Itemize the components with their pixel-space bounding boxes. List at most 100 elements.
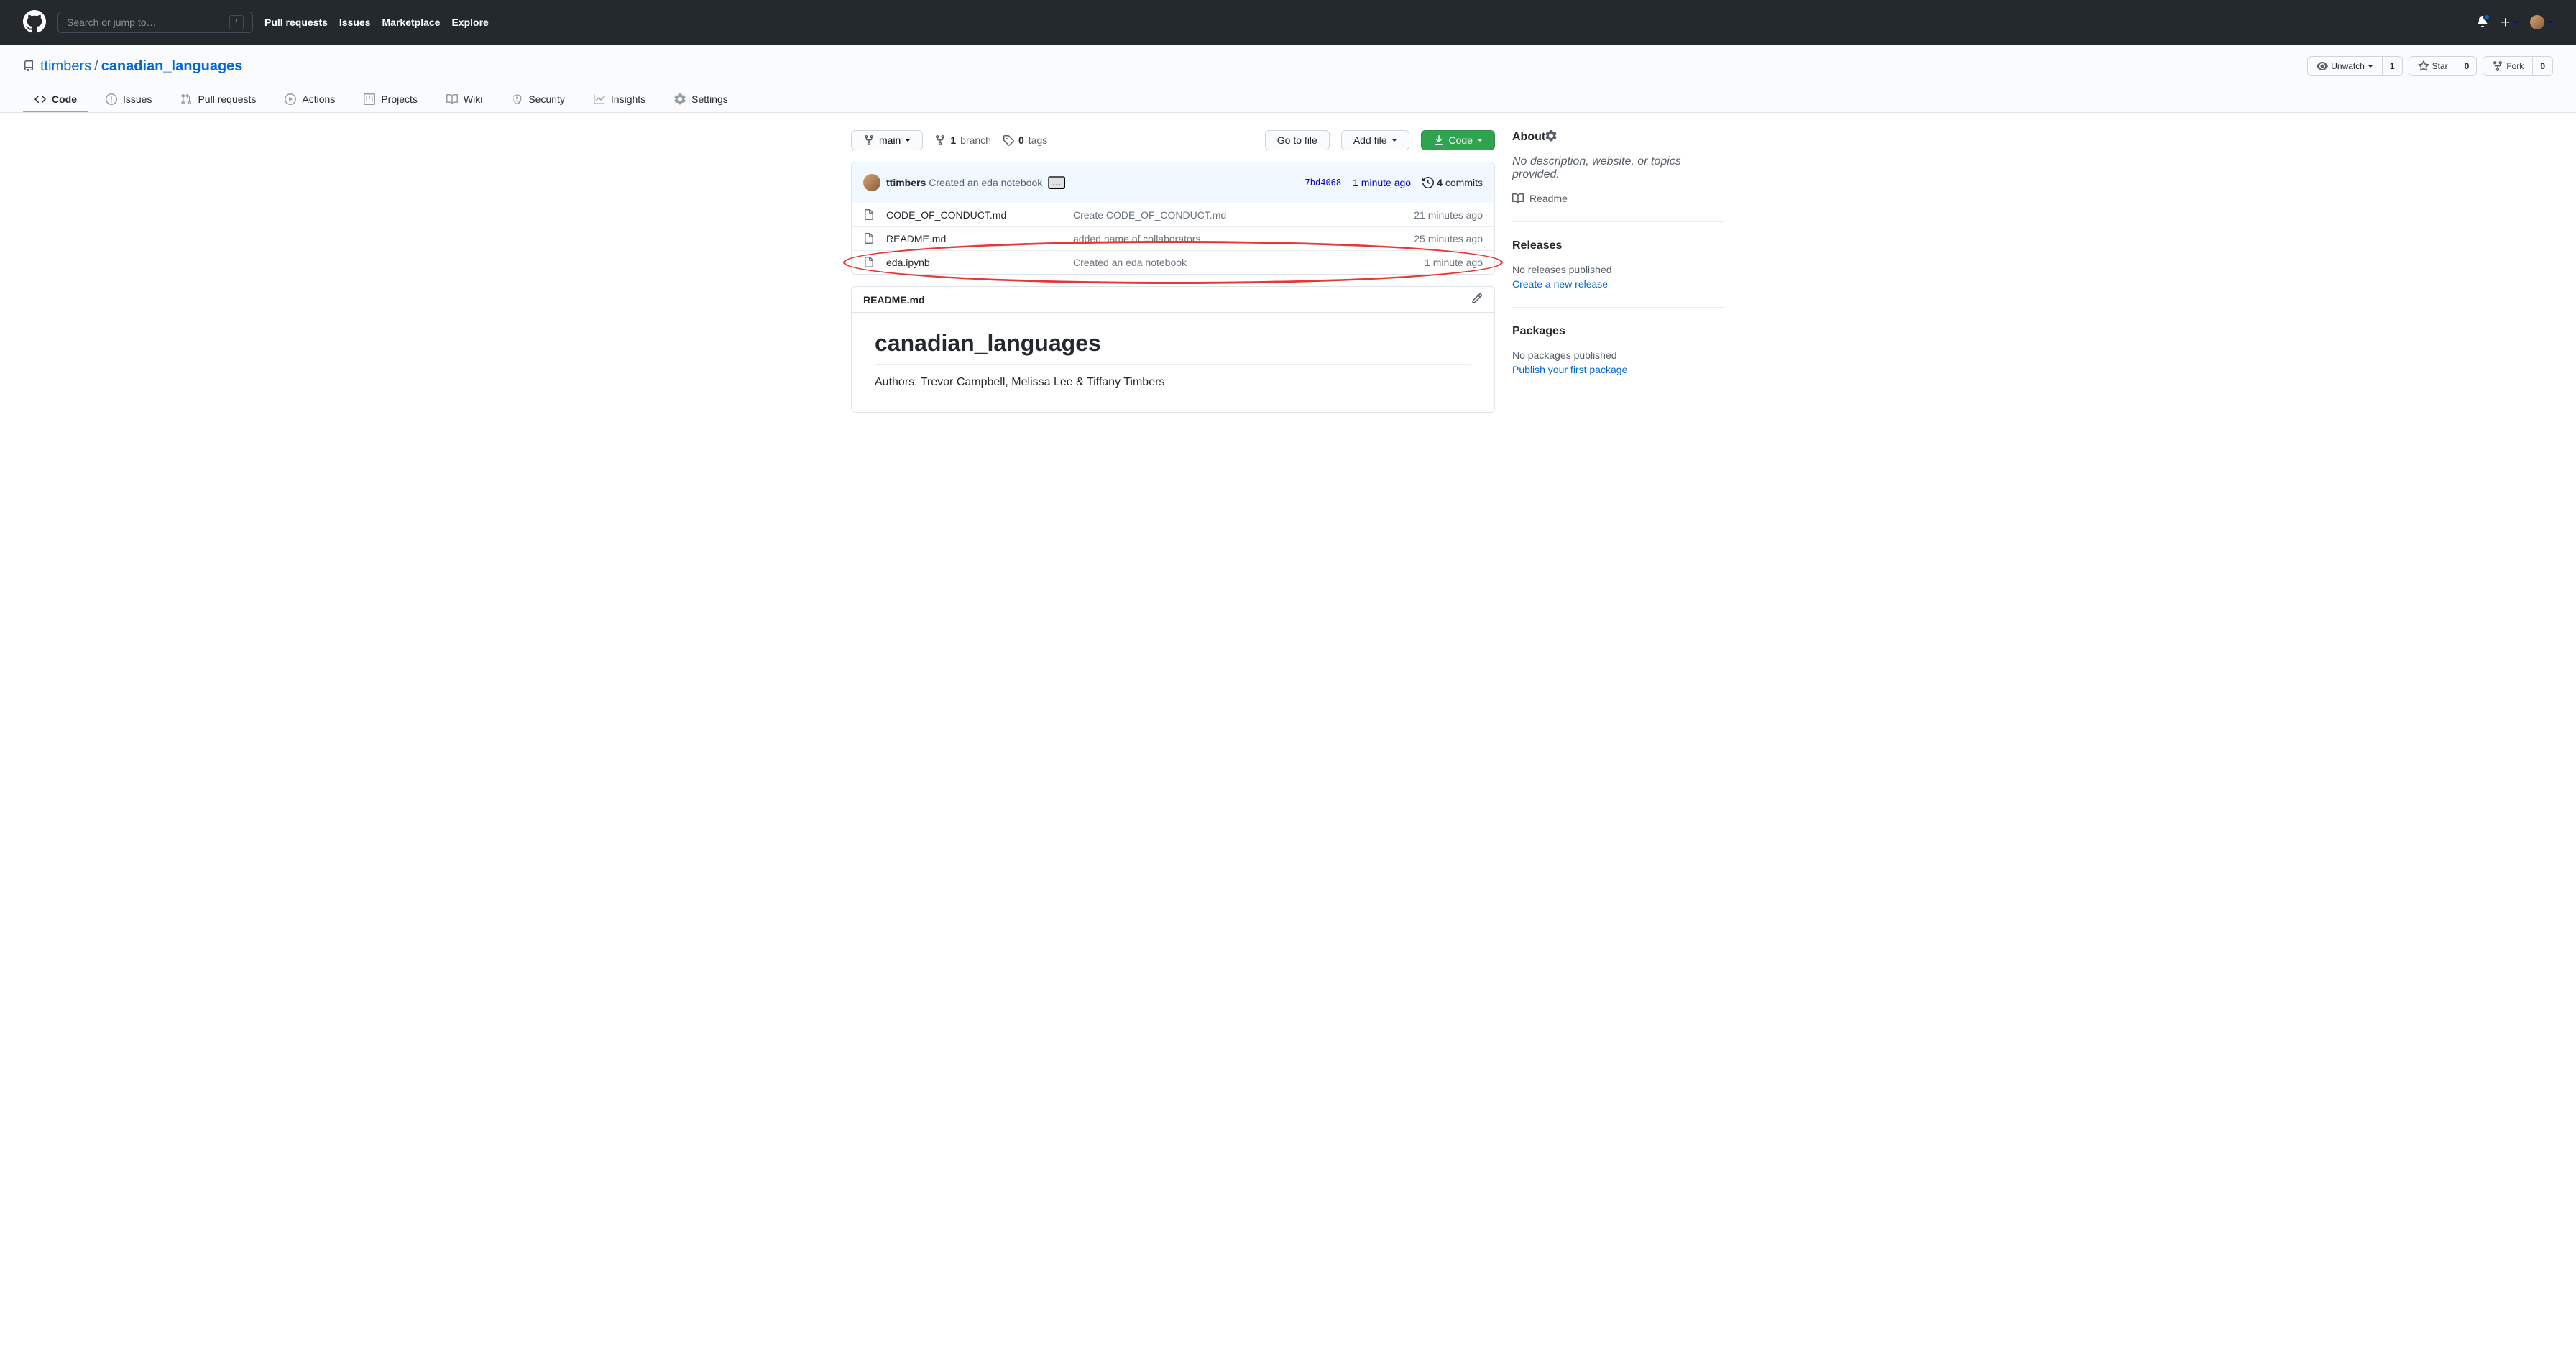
commit-sha[interactable]: 7bd4068	[1305, 178, 1342, 188]
global-header: / Pull requests Issues Marketplace Explo…	[0, 0, 2576, 45]
tab-wiki[interactable]: Wiki	[435, 88, 494, 112]
about-settings-button[interactable]	[1545, 130, 1557, 144]
repo-tabs: Code Issues Pull requests Actions Projec…	[23, 88, 2553, 112]
readme-edit-button[interactable]	[1471, 293, 1483, 306]
tab-issues[interactable]: Issues	[94, 88, 163, 112]
tab-security-label: Security	[528, 93, 565, 105]
branch-count: 1	[950, 134, 956, 146]
create-menu[interactable]	[2500, 17, 2518, 28]
repo-icon	[23, 60, 34, 72]
star-icon	[2418, 60, 2429, 72]
caret-down-icon	[2547, 21, 2553, 24]
repo-head: ttimbers / canadian_languages Unwatch 1 …	[0, 45, 2576, 113]
file-link[interactable]: CODE_OF_CONDUCT.md	[886, 209, 1073, 221]
tab-insights-label: Insights	[611, 93, 645, 105]
graph-icon	[594, 93, 605, 105]
go-to-file-button[interactable]: Go to file	[1265, 130, 1330, 150]
history-icon	[1422, 177, 1434, 188]
main-content: main 1 branch 0 tags Go to file Add file	[828, 113, 1748, 430]
caret-down-icon	[1392, 139, 1397, 142]
readme-head: README.md	[852, 287, 1494, 313]
readme-box: README.md canadian_languages Authors: Tr…	[851, 286, 1495, 413]
commits-link[interactable]: 4 commits	[1422, 177, 1483, 188]
tab-code-label: Code	[52, 93, 77, 105]
repo-title: ttimbers / canadian_languages	[23, 58, 242, 75]
repo-owner-link[interactable]: ttimbers	[40, 58, 91, 75]
tab-issues-label: Issues	[123, 93, 152, 105]
download-icon	[1433, 134, 1445, 146]
project-icon	[364, 93, 375, 105]
commit-details-toggle[interactable]: …	[1048, 176, 1065, 189]
user-menu[interactable]	[2530, 15, 2553, 29]
fork-button[interactable]: Fork	[2483, 57, 2533, 75]
code-download-button[interactable]: Code	[1421, 130, 1495, 150]
tag-icon	[1003, 134, 1014, 146]
tab-code[interactable]: Code	[23, 88, 88, 112]
file-link[interactable]: README.md	[886, 233, 1073, 244]
caret-down-icon	[2368, 65, 2373, 68]
packages-text: No packages published	[1512, 349, 1725, 361]
branch-name: main	[879, 134, 901, 146]
github-logo[interactable]	[23, 10, 46, 35]
commit-message-link[interactable]: Created an eda notebook	[929, 177, 1042, 188]
tab-actions-label: Actions	[302, 93, 335, 105]
notifications-button[interactable]	[2477, 16, 2488, 29]
star-button[interactable]: Star	[2409, 57, 2457, 75]
fork-count[interactable]: 0	[2533, 61, 2552, 71]
nav-explore[interactable]: Explore	[451, 17, 488, 28]
add-file-button[interactable]: Add file	[1341, 130, 1409, 150]
file-list-box: ttimbers Created an eda notebook … 7bd40…	[851, 162, 1495, 275]
star-count[interactable]: 0	[2457, 61, 2477, 71]
branch-select[interactable]: main	[851, 130, 923, 150]
tab-actions[interactable]: Actions	[273, 88, 346, 112]
nav-issues[interactable]: Issues	[339, 17, 371, 28]
about-readme-link[interactable]: Readme	[1512, 193, 1725, 204]
tab-pull-requests[interactable]: Pull requests	[169, 88, 267, 112]
search-input[interactable]	[67, 17, 229, 28]
sidebar: About No description, website, or topics…	[1512, 130, 1725, 413]
file-icon	[863, 257, 875, 268]
file-link[interactable]: eda.ipynb	[886, 257, 1073, 268]
packages-title: Packages	[1512, 325, 1565, 338]
watch-button[interactable]: Unwatch	[2308, 57, 2383, 75]
file-time: 1 minute ago	[1425, 257, 1483, 268]
commit-author-avatar[interactable]	[863, 174, 880, 191]
caret-down-icon	[2513, 21, 2518, 24]
commit-author-link[interactable]: ttimbers	[886, 177, 926, 188]
branch-word: branch	[960, 134, 991, 146]
branch-icon	[934, 134, 946, 146]
file-icon	[863, 209, 875, 221]
pull-request-icon	[180, 93, 192, 105]
file-commit-msg[interactable]: Create CODE_OF_CONDUCT.md	[1073, 209, 1414, 221]
file-icon	[863, 233, 875, 244]
tab-insights[interactable]: Insights	[582, 88, 657, 112]
tab-settings-label: Settings	[691, 93, 728, 105]
tab-security[interactable]: Security	[500, 88, 576, 112]
packages-link[interactable]: Publish your first package	[1512, 364, 1627, 375]
tags-link[interactable]: 0 tags	[1003, 134, 1047, 146]
commits-count: 4	[1437, 177, 1443, 188]
watch-count[interactable]: 1	[2383, 61, 2402, 71]
file-commit-msg[interactable]: added name of collaborators	[1073, 233, 1414, 244]
tab-projects-label: Projects	[381, 93, 418, 105]
about-desc: No description, website, or topics provi…	[1512, 155, 1725, 181]
tab-projects[interactable]: Projects	[352, 88, 429, 112]
readme-filename: README.md	[863, 294, 925, 306]
gear-icon	[1545, 130, 1557, 142]
branches-link[interactable]: 1 branch	[934, 134, 991, 146]
tab-settings[interactable]: Settings	[663, 88, 740, 112]
releases-link[interactable]: Create a new release	[1512, 278, 1608, 290]
fork-button-group: Fork 0	[2483, 56, 2553, 76]
readme-authors: Authors: Trevor Campbell, Melissa Lee & …	[875, 376, 1471, 389]
slash: /	[94, 58, 98, 75]
star-button-group: Star 0	[2409, 56, 2478, 76]
nav-marketplace[interactable]: Marketplace	[382, 17, 441, 28]
nav-pull-requests[interactable]: Pull requests	[264, 17, 328, 28]
commit-time[interactable]: 1 minute ago	[1353, 177, 1411, 188]
notification-dot	[2483, 14, 2490, 21]
about-title: About	[1512, 131, 1545, 144]
repo-name-link[interactable]: canadian_languages	[101, 58, 243, 75]
packages-block: Packages No packages published Publish y…	[1512, 325, 1725, 393]
file-commit-msg[interactable]: Created an eda notebook	[1073, 257, 1425, 268]
tab-wiki-label: Wiki	[464, 93, 482, 105]
